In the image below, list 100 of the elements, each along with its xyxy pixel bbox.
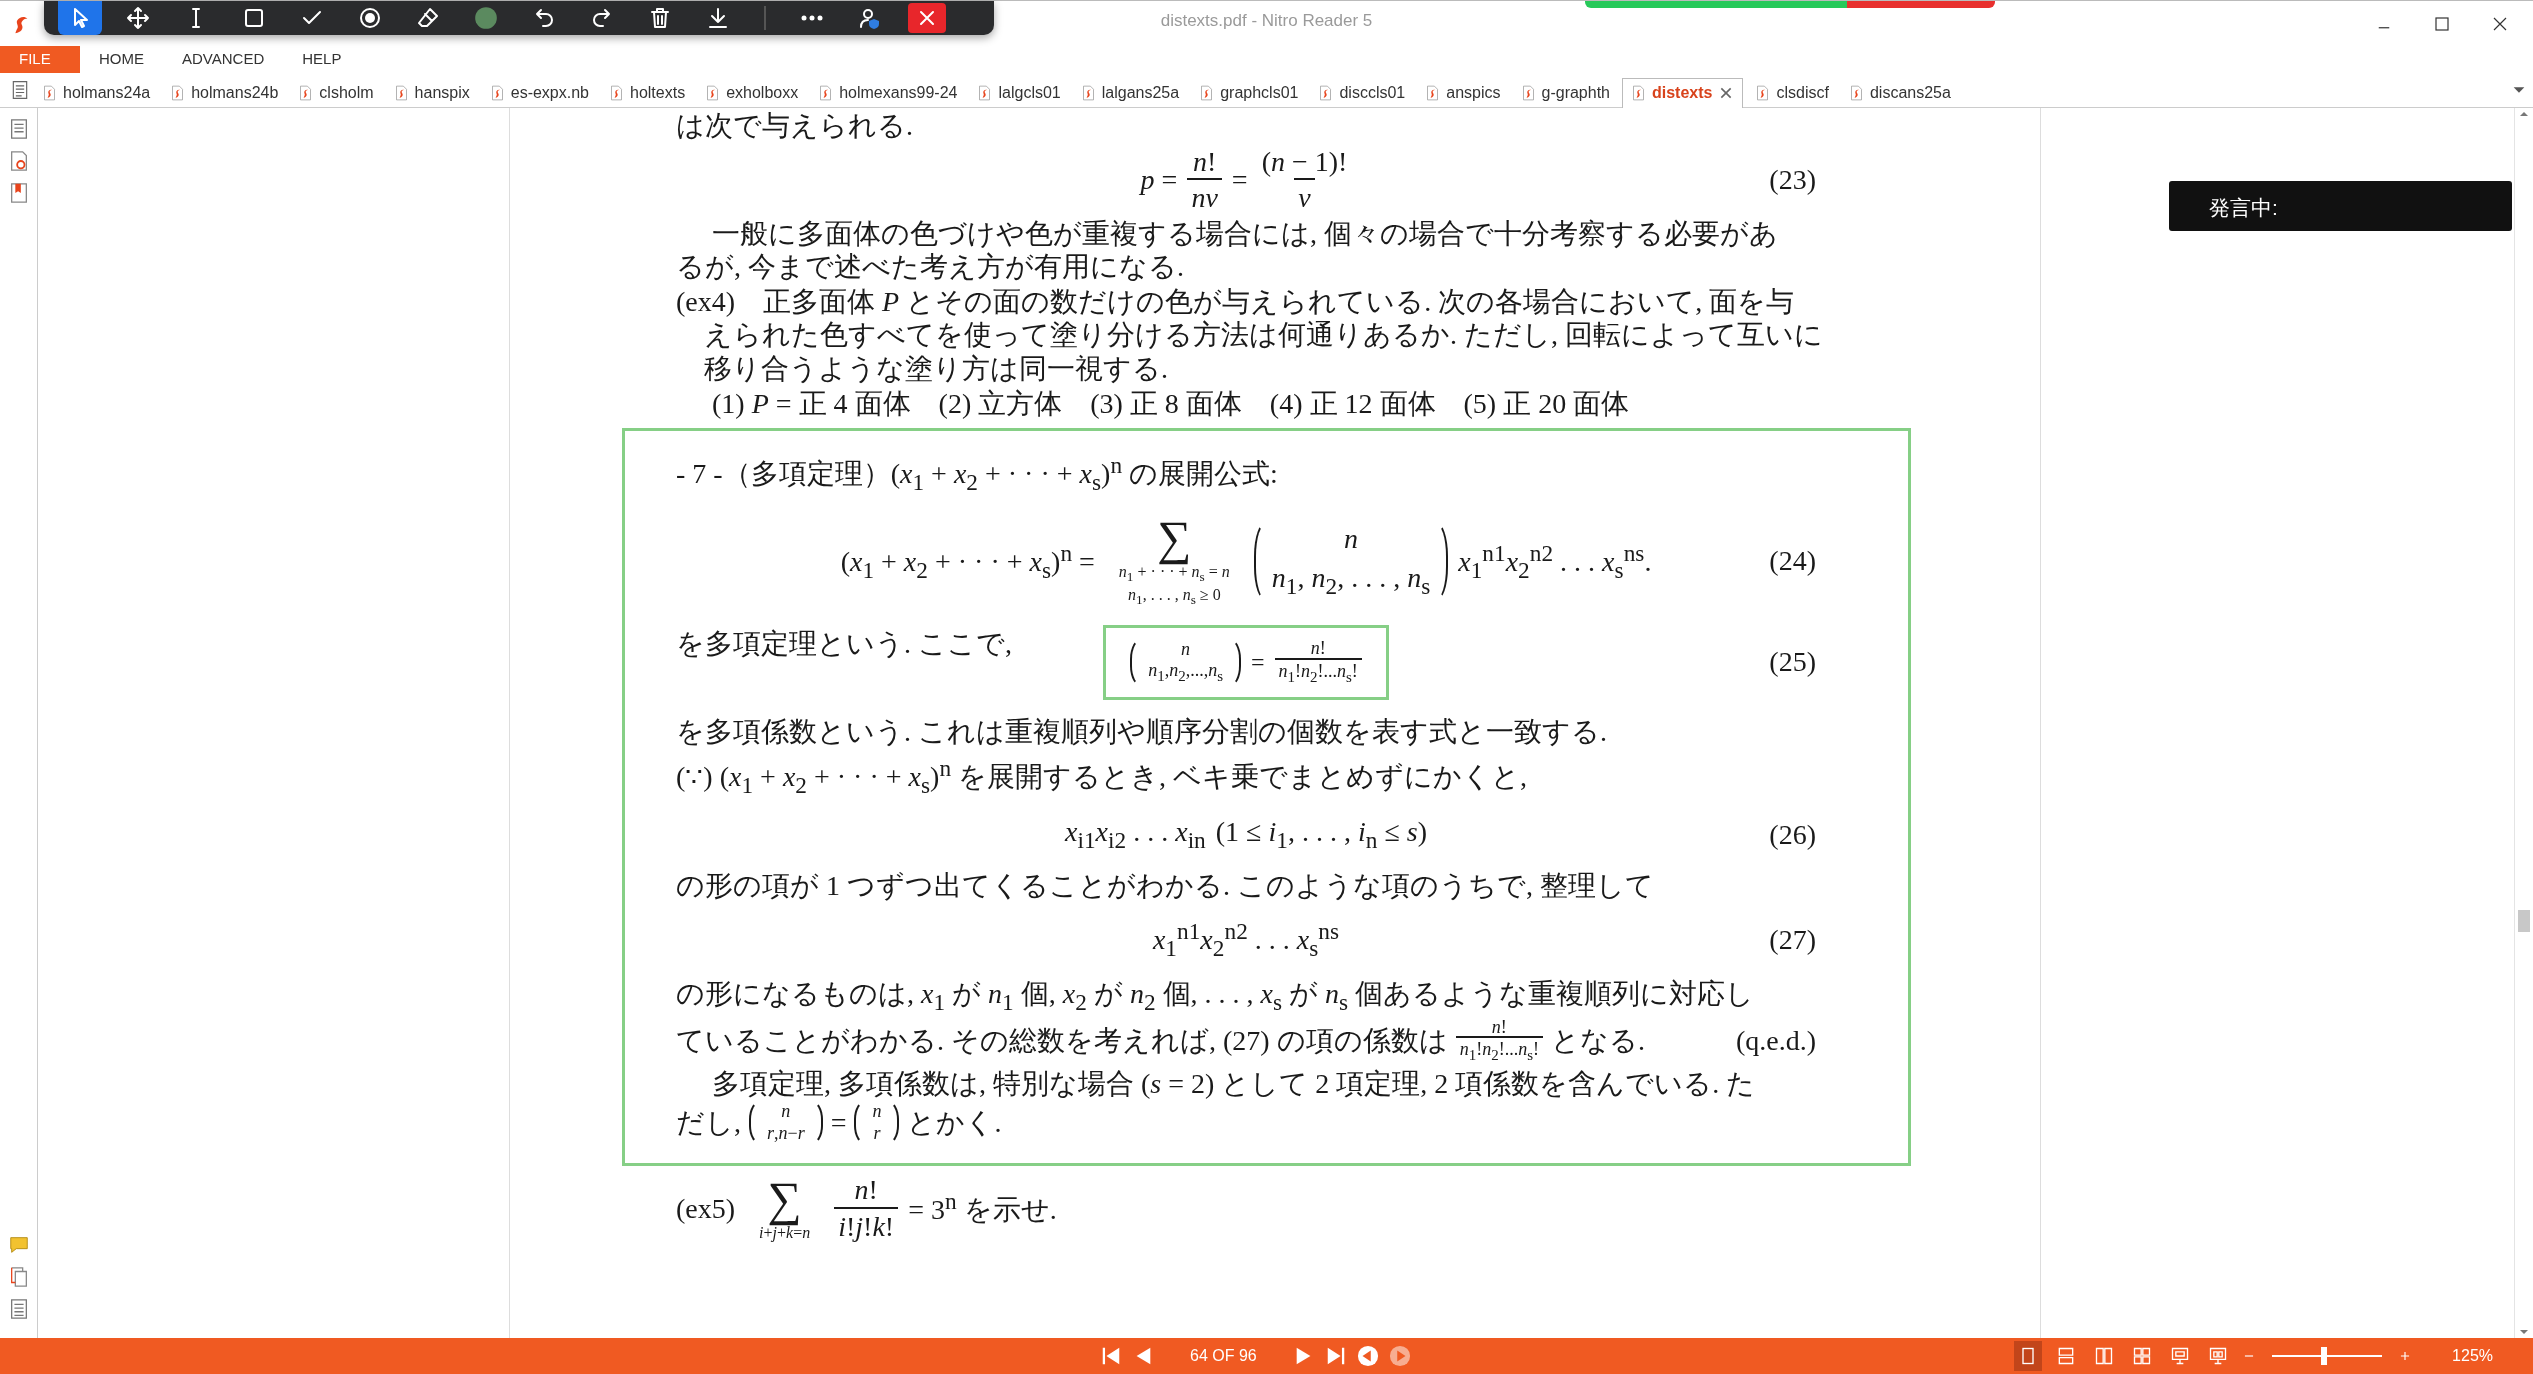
fraction: n! i!j!k! bbox=[834, 1174, 899, 1243]
pdf-file-icon bbox=[489, 82, 505, 103]
math-text: x$_{i1}$x$_{i2}$ . . . x$_{in}$ bbox=[1065, 816, 1206, 855]
window-title: distexts.pdf - Nitro Reader 5 bbox=[1159, 11, 1374, 31]
pdf-file-icon bbox=[818, 82, 834, 103]
equation-number: (23) bbox=[1769, 164, 1816, 196]
document-tab[interactable]: graphcls01 bbox=[1191, 77, 1307, 108]
pdf-file-icon bbox=[298, 82, 314, 103]
scrollbar[interactable] bbox=[2514, 108, 2533, 1338]
document-list-icon[interactable] bbox=[10, 79, 30, 101]
equation-number: (25) bbox=[1769, 646, 1816, 678]
move-icon bbox=[126, 6, 150, 30]
document-tab[interactable]: clsholm bbox=[290, 77, 382, 108]
math-text: = bbox=[1250, 648, 1265, 676]
document-tab[interactable]: discans25a bbox=[1840, 77, 1959, 108]
summation: ∑ n$_{1}$ + · · · + n$_{s}$ = n n$_{1}$, . . . , n$_{s}$ ≥ 0 bbox=[1118, 514, 1230, 609]
math-text: = 3$^{n}$ を示せ. bbox=[908, 1187, 1057, 1228]
paragraph: 一般に多面体の色づけや色が重複する場合には, 個々の場合で十分考察する必要があ るが, 今まで述べた考え方が有用になる. bbox=[676, 218, 1779, 285]
download-icon bbox=[706, 6, 730, 30]
math-text: = bbox=[830, 1105, 847, 1140]
color-swatch-icon[interactable] bbox=[473, 5, 499, 31]
document-tab[interactable]: lalgans25a bbox=[1072, 77, 1188, 108]
paragraph: を多項定理という. ここで, bbox=[676, 627, 1012, 659]
pdf-file-icon bbox=[705, 82, 721, 103]
math-text: p = bbox=[1140, 164, 1178, 197]
more-icon bbox=[800, 15, 824, 21]
paragraph: (1) P = 正 4 面体 (2) 立方体 (3) 正 8 面体 (4) 正 12 面体 (5) 正 20 面体 bbox=[711, 388, 1631, 421]
binomial-coefficient: n n$_{1}$,n$_{2}$,...,n$_{s}$ bbox=[1130, 637, 1241, 687]
math-text: (x$_{1}$ + x$_{2}$ + · · · + x$_{s}$)$^{n}$ = bbox=[840, 539, 1095, 584]
math-text: x$_{1}$$^{n1}$x$_{2}$$^{n2}$ . . . x$_{s}$$^{ns}$. bbox=[1458, 539, 1652, 584]
pdf-file-icon bbox=[1425, 82, 1441, 103]
page-layout-icon bbox=[2170, 1346, 2191, 1366]
pdf-file-icon bbox=[42, 82, 57, 103]
paragraph: (∵) (x$_{1}$ + x$_{2}$ + · · · + x$_{s}$)$^{n}$ を展開するとき, ベキ乗でまとめずにかくと, bbox=[676, 753, 1529, 800]
pdf-file-icon bbox=[393, 82, 409, 103]
document-tab[interactable]: clsdiscf bbox=[1747, 77, 1837, 108]
equation-number: (27) bbox=[1769, 924, 1816, 955]
page-layout-icon bbox=[2208, 1346, 2229, 1366]
pdf-file-icon bbox=[1755, 82, 1771, 103]
binomial-coefficient: n r,n−r bbox=[749, 1099, 823, 1146]
document-tab[interactable]: holtexts bbox=[601, 77, 694, 108]
fraction: (n − 1)! v bbox=[1260, 146, 1349, 215]
paragraph: は次で与えられる. bbox=[676, 110, 914, 142]
menu-item[interactable]: ADVANCED bbox=[163, 46, 284, 73]
pdf-file-icon bbox=[170, 82, 186, 103]
slider-thumb[interactable] bbox=[2320, 1347, 2327, 1365]
trash-icon bbox=[648, 6, 672, 30]
document-tab[interactable]: holmexans99-24 bbox=[810, 77, 966, 108]
pdf-file-icon bbox=[977, 82, 993, 103]
rectangle-icon bbox=[242, 6, 266, 30]
pdf-file-icon bbox=[1520, 82, 1536, 103]
close-button[interactable] bbox=[908, 3, 946, 33]
summation: ∑ i+j+k=n bbox=[759, 1175, 811, 1243]
equation-number: (26) bbox=[1769, 819, 1816, 851]
document-tab[interactable]: disccls01 bbox=[1310, 77, 1414, 108]
first-page-icon[interactable] bbox=[1100, 1345, 1122, 1367]
qed-text: (q.e.d.) bbox=[1735, 1023, 1816, 1058]
math-text: (1 ≤ i$_{1}$, . . . , i$_{n}$ ≤ s) bbox=[1215, 816, 1427, 855]
paragraph: の形の項が 1 つずつ出てくることがわかる. このような項のうちで, 整理して bbox=[676, 870, 1655, 903]
maximize-icon[interactable] bbox=[2433, 14, 2451, 33]
stamp-icon bbox=[358, 6, 382, 30]
paragraph: - 7 -（多項定理）(x$_{1}$ + x$_{2}$ + · · · + x$_{s}$)$^{n}$ の展開公式: bbox=[676, 451, 1279, 498]
document-tab[interactable]: holmans24a bbox=[34, 77, 159, 108]
document-tab[interactable]: es-expx.nb bbox=[481, 77, 597, 108]
menu-item[interactable]: HOME bbox=[80, 46, 163, 73]
pdf-file-icon bbox=[1080, 82, 1096, 103]
document-tab[interactable]: lalgcls01 bbox=[969, 77, 1069, 108]
math-text: だし, bbox=[676, 1105, 741, 1140]
math-text: とかく. bbox=[907, 1105, 1002, 1140]
document-tab[interactable]: distexts bbox=[1622, 77, 1744, 108]
pdf-file-icon bbox=[1848, 82, 1864, 103]
view-mode-button[interactable] bbox=[2014, 1341, 2043, 1371]
document-tab[interactable]: g-graphth bbox=[1512, 77, 1618, 108]
math-text: ていることがわかる. その総数を考えれば, (27) の項の係数は bbox=[676, 1023, 1448, 1058]
document-tab[interactable]: holmans24b bbox=[162, 77, 287, 108]
back-icon[interactable] bbox=[1356, 1345, 1379, 1367]
binomial-coefficient: n n$_{1}$, n$_{2}$, . . . , n$_{s}$ bbox=[1253, 521, 1449, 601]
math-text: = bbox=[1231, 164, 1248, 197]
scroll-thumb[interactable] bbox=[2518, 910, 2530, 932]
document-tab[interactable]: anspics bbox=[1417, 77, 1509, 108]
user-shield-icon bbox=[858, 6, 882, 30]
fraction: n! n$_{1}$!n$_{2}$!...n$_{s}$! bbox=[1274, 638, 1362, 686]
fraction: n! n$_{1}$!n$_{2}$!...n$_{s}$! bbox=[1455, 1017, 1543, 1064]
pointer-button[interactable] bbox=[58, 1, 102, 35]
pdf-file-icon bbox=[1318, 82, 1334, 103]
document-tab[interactable]: hanspix bbox=[385, 77, 478, 108]
page-layout-icon bbox=[2094, 1346, 2115, 1366]
pdf-file-icon bbox=[1631, 83, 1646, 103]
paragraph: を多項係数という. これは重複順列や順序分割の個数を表す式と一致する. bbox=[676, 715, 1608, 748]
equation-number: (24) bbox=[1769, 545, 1816, 577]
text-line: 多項定理, 多項係数は, 特別な場合 (s = 2) として 2 項定理, 2 項係数を含んでいる. た bbox=[711, 1067, 1757, 1100]
document-tab[interactable]: exholboxx bbox=[697, 77, 807, 108]
menu-item[interactable]: HELP bbox=[283, 46, 361, 73]
fraction: n! nv bbox=[1187, 146, 1222, 215]
text-line: の形になるものは, x$_{1}$ が n$_{1}$ 個, x$_{2}$ が n$_{2}$ 個, . . . , x$_{s}$ が n$_{s}$ 個あるような重複順列に対応し bbox=[676, 977, 1756, 1017]
pdf-file-icon bbox=[1199, 82, 1215, 103]
math-text: となる. bbox=[1551, 1023, 1645, 1058]
comment-icon[interactable] bbox=[7, 1234, 30, 1256]
binomial-coefficient: n r bbox=[854, 1099, 900, 1146]
math-text: (ex5) bbox=[676, 1192, 736, 1225]
